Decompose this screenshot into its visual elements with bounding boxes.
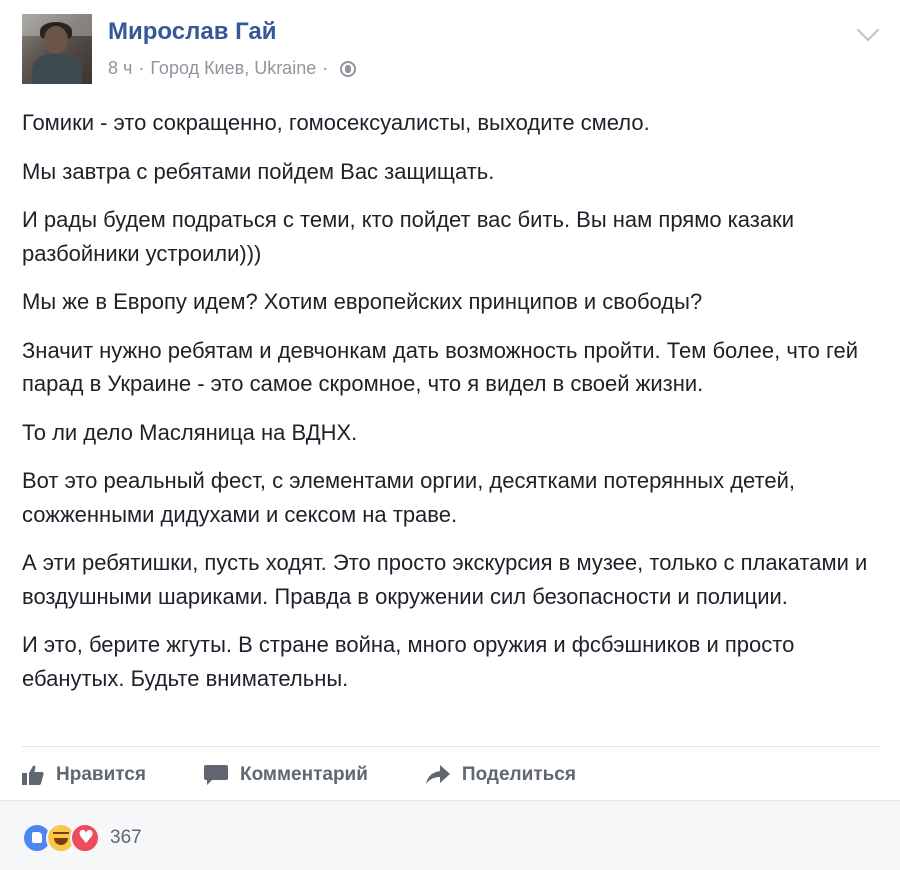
reactions-footer: 367 [0,800,900,870]
post-location[interactable]: Город Киев, Ukraine [150,58,316,79]
post-paragraph: То ли дело Масляница на ВДНХ. [22,419,358,445]
share-arrow-icon [425,765,450,784]
action-bar: Нравится Комментарий Поделиться [22,756,634,794]
post-paragraph: Вот это реальный фест, с элементами орги… [22,468,796,527]
comment-label: Комментарий [239,764,368,785]
thumbs-up-icon [22,765,44,785]
post-paragraph: А эти ребятишки, пусть ходят. Это просто… [22,550,868,609]
post-meta: 8 ч · Город Киев, Ukraine · [108,58,357,79]
globe-icon[interactable] [340,60,357,77]
like-button[interactable]: Нравится [22,764,146,786]
share-button[interactable]: Поделиться [425,764,576,786]
reactions-summary[interactable]: 367 [22,823,142,853]
avatar[interactable] [22,14,92,84]
meta-separator: · [322,58,329,78]
post-paragraph: И это, берите жгуты. В стране война, мно… [22,632,795,691]
post-paragraph: Гомики - это сокращенно, гомосексуалисты… [22,110,650,135]
like-label: Нравится [56,764,146,785]
post-paragraph: И рады будем подраться с теми, кто пойде… [22,207,795,266]
share-label: Поделиться [461,764,576,785]
author-name[interactable]: Мирослав Гай [108,18,277,46]
post-header: Мирослав Гай 8 ч · Город Киев, Ukraine · [22,14,880,86]
comment-button[interactable]: Комментарий [203,764,368,786]
divider [22,746,880,747]
post-paragraph: Мы завтра с ребятами пойдем Вас защищать… [22,158,495,184]
reaction-count[interactable]: 367 [110,827,142,849]
post-paragraph: Значит нужно ребятам и девчонкам дать во… [22,337,859,397]
post-paragraph: Мы же в Европу идем? Хотим европейских п… [22,289,703,314]
post-body: Гомики - это сокращенно, гомосексуалисты… [22,106,872,710]
comment-icon [203,765,228,785]
chevron-down-icon[interactable] [856,18,880,42]
post-time[interactable]: 8 ч [108,58,132,79]
meta-separator: · [138,58,145,78]
facebook-post: Мирослав Гай 8 ч · Город Киев, Ukraine ·… [0,0,900,870]
love-reaction-icon [70,823,100,853]
